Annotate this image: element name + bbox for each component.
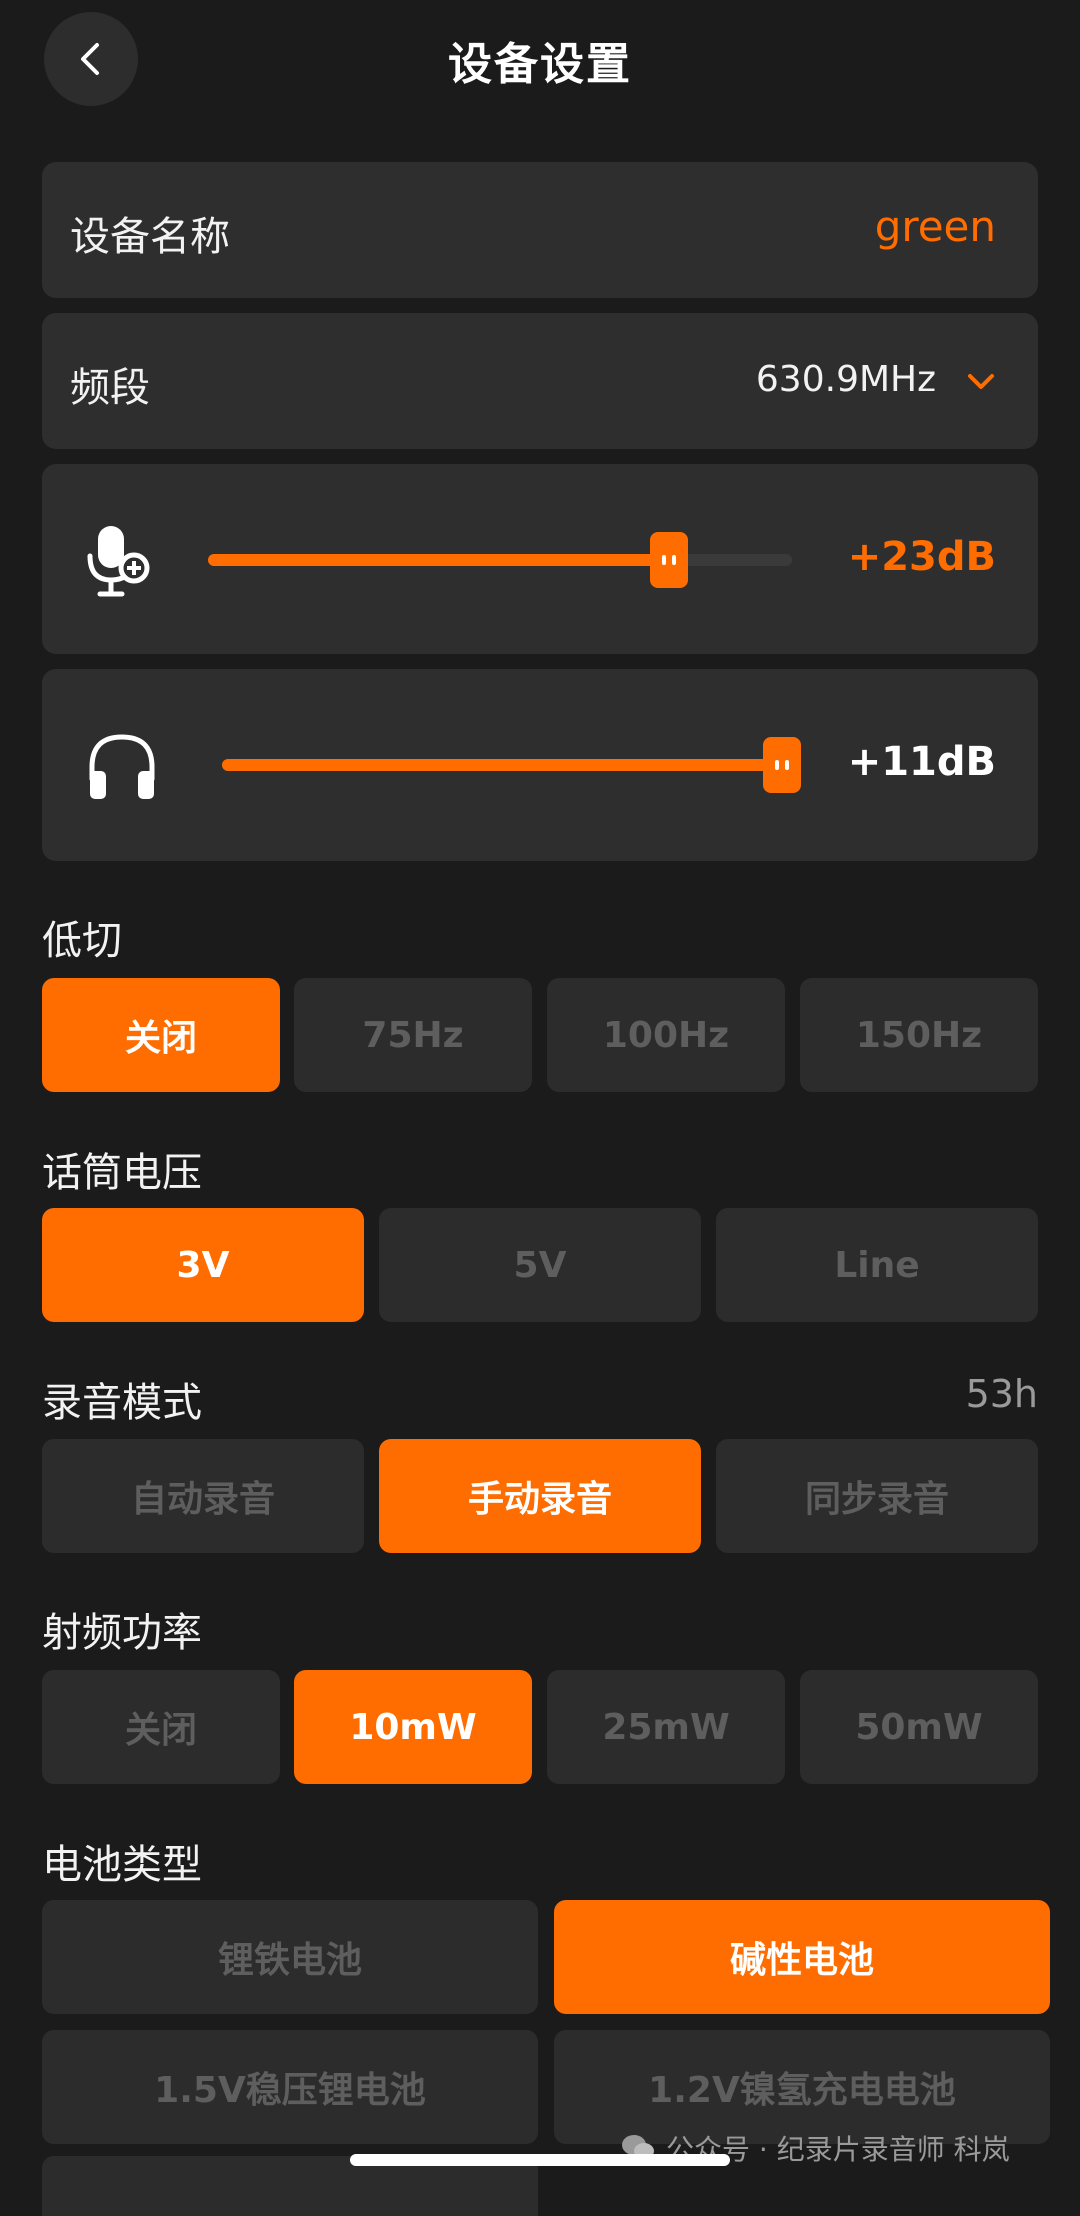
mic-voltage-option[interactable]: 3V — [42, 1208, 364, 1322]
low-cut-option[interactable]: 关闭 — [42, 978, 280, 1092]
chevron-down-icon[interactable] — [964, 365, 998, 399]
rf-power-option[interactable]: 10mW — [294, 1670, 532, 1784]
headphone-volume-value: +11dB — [847, 739, 996, 785]
mic-gain-slider[interactable] — [208, 532, 792, 588]
low-cut-option[interactable]: 75Hz — [294, 978, 532, 1092]
device-name-label: 设备名称 — [70, 214, 230, 260]
battery-type-label: 电池类型 — [42, 1842, 202, 1888]
band-label: 频段 — [70, 365, 150, 411]
battery-type-option[interactable]: 1.5V稳压锂电池 — [42, 2030, 538, 2144]
rf-power-option[interactable]: 25mW — [547, 1670, 785, 1784]
headphone-volume-card: +11dB — [42, 669, 1038, 861]
page-title: 设备设置 — [448, 39, 632, 90]
home-indicator[interactable] — [350, 2154, 730, 2166]
header: 设备设置 — [0, 0, 1080, 120]
low-cut-option[interactable]: 100Hz — [547, 978, 785, 1092]
mic-gain-card: +23dB — [42, 464, 1038, 654]
headphones-icon — [89, 734, 155, 799]
battery-type-option[interactable]: 锂铁电池 — [42, 1900, 538, 2014]
battery-type-option[interactable]: 碱性电池 — [554, 1900, 1050, 2014]
record-mode-option[interactable]: 同步录音 — [716, 1439, 1038, 1553]
headphone-volume-slider-thumb[interactable] — [763, 737, 801, 793]
headphone-volume-slider[interactable] — [222, 737, 801, 793]
mic-gain-slider-fill — [208, 554, 670, 566]
mic-voltage-option[interactable]: 5V — [379, 1208, 701, 1322]
record-mode-label: 录音模式 — [42, 1380, 202, 1426]
rf-power-option[interactable]: 50mW — [800, 1670, 1038, 1784]
battery-type-option[interactable]: 1.2V镍氢充电电池 — [554, 2030, 1050, 2144]
mic-voltage-option[interactable]: Line — [716, 1208, 1038, 1322]
low-cut-option[interactable]: 150Hz — [800, 978, 1038, 1092]
record-mode-option[interactable]: 手动录音 — [379, 1439, 701, 1553]
device-name-row[interactable]: 设备名称 green — [42, 162, 1038, 298]
microphone-plus-icon — [87, 526, 150, 597]
band-row[interactable]: 频段 630.9MHz — [42, 313, 1038, 449]
record-mode-option[interactable]: 自动录音 — [42, 1439, 364, 1553]
headphone-volume-slider-fill — [222, 759, 782, 771]
rf-power-label: 射频功率 — [42, 1610, 202, 1656]
device-name-value[interactable]: green — [875, 202, 996, 251]
mic-gain-slider-thumb[interactable] — [650, 532, 689, 588]
low-cut-label: 低切 — [42, 918, 122, 964]
remaining-time: 53h — [965, 1372, 1038, 1416]
band-value[interactable]: 630.9MHz — [756, 359, 936, 400]
mic-voltage-label: 话筒电压 — [42, 1150, 202, 1196]
rf-power-option[interactable]: 关闭 — [42, 1670, 280, 1784]
mic-gain-value: +23dB — [847, 534, 996, 580]
